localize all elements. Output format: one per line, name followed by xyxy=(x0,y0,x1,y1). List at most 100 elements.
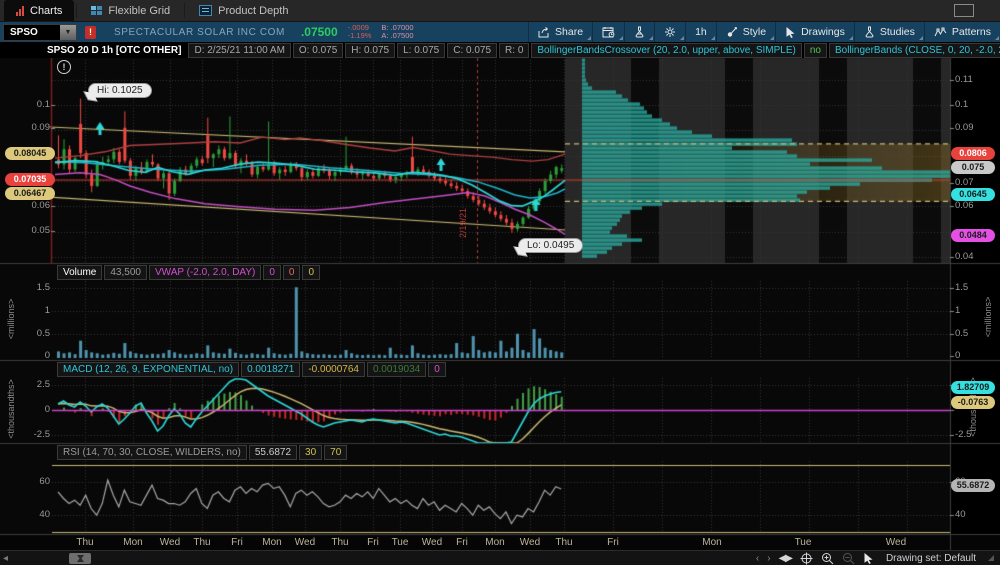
alert-info-icon[interactable]: ! xyxy=(57,60,71,74)
style-button[interactable]: Style xyxy=(716,22,775,42)
rsi-oversold-value: 30 xyxy=(299,445,322,460)
tab-separator xyxy=(184,3,185,18)
alert-glyph: ! xyxy=(89,27,92,37)
low-callout: Lo: 0.0495 xyxy=(518,238,583,253)
tab-flexible-grid[interactable]: Flexible Grid xyxy=(79,0,182,21)
symbol-bar: SPSO ▼ ! SPECTACULAR SOLAR INC COM .0750… xyxy=(0,22,1000,42)
timeframe-button[interactable]: 1h xyxy=(685,22,716,42)
price-bubble: 0.08045 xyxy=(5,147,55,160)
x-axis-day-label: Mon xyxy=(255,537,289,548)
x-axis-day-label: Wed xyxy=(288,537,322,548)
x-axis-day-label: Tue xyxy=(786,537,820,548)
x-axis-day-label: Thu xyxy=(547,537,581,548)
price-axis-tick: 0.06 xyxy=(955,200,974,211)
volume-axis-tick: 0 xyxy=(18,350,50,361)
style-icon xyxy=(726,26,738,38)
price-axis-tick: 0.05 xyxy=(18,225,50,236)
macd-axis-tick: 0 xyxy=(18,404,50,415)
event-date-label: 2/19/21 xyxy=(458,208,468,238)
crosshair-icon[interactable] xyxy=(800,552,813,565)
rsi-pane-header: RSI (14, 70, 30, CLOSE, WILDERS, no) 55.… xyxy=(55,445,347,460)
pan-icon[interactable]: ◀▶ xyxy=(779,553,792,564)
alert-badge[interactable]: ! xyxy=(85,26,96,39)
zoom-out-icon[interactable] xyxy=(842,552,855,565)
macd-bubble: 1.82709 xyxy=(951,381,995,394)
symbol-input[interactable]: SPSO ▼ xyxy=(3,24,77,41)
open-value: O: 0.075 xyxy=(293,43,343,58)
volume-study-label[interactable]: Volume xyxy=(57,265,102,280)
tab-bar: Charts Flexible Grid Product Depth xyxy=(0,0,1000,22)
volume-axis-tick: 0.5 xyxy=(18,328,50,339)
x-axis-day-label: Thu xyxy=(323,537,357,548)
macd-value: 0.0018271 xyxy=(241,362,300,377)
x-axis-day-label: Mon xyxy=(478,537,512,548)
drawings-button[interactable]: Drawings xyxy=(775,22,854,42)
tab-charts[interactable]: Charts xyxy=(4,0,74,21)
quick-study-button[interactable] xyxy=(624,22,654,42)
tab-charts-label: Charts xyxy=(30,5,62,17)
x-axis-day-label: Thu xyxy=(68,537,102,548)
tab-flexible-grid-label: Flexible Grid xyxy=(108,5,170,17)
patterns-button[interactable]: Patterns xyxy=(924,22,1000,42)
share-button[interactable]: Share xyxy=(528,22,592,42)
tab-product-depth[interactable]: Product Depth xyxy=(187,0,300,21)
flask-icon xyxy=(634,26,645,38)
flask-icon xyxy=(864,26,875,38)
volume-unit-label-right: <millions> xyxy=(983,282,993,352)
chevron-down-icon[interactable]: ▼ xyxy=(60,25,76,40)
scroll-left-icon[interactable]: ◂ xyxy=(0,553,11,564)
x-axis-day-label: Wed xyxy=(153,537,187,548)
price-axis-tick: 0.09 xyxy=(18,122,50,133)
price-axis-tick: 0.04 xyxy=(955,251,974,262)
x-axis-day-label: Fri xyxy=(445,537,479,548)
cursor-icon xyxy=(785,26,796,38)
settings-button[interactable] xyxy=(654,22,685,42)
studies-button[interactable]: Studies xyxy=(854,22,924,42)
macd-avg-value: -0.0000764 xyxy=(302,362,365,377)
patterns-icon xyxy=(934,27,947,38)
x-axis-day-label: Tue xyxy=(383,537,417,548)
volume-unit-label-left: <millions> xyxy=(6,284,16,354)
price-axis-tick: 0.09 xyxy=(955,122,974,133)
x-axis-day-label: Fri xyxy=(596,537,630,548)
study-bollinger-bands[interactable]: BollingerBands (CLOSE, 0, 20, -2.0, 2.0,… xyxy=(829,43,1000,58)
rsi-axis-tick: 40 xyxy=(955,509,966,520)
drawing-set-menu[interactable]: Drawing set: Default xyxy=(886,553,976,564)
x-axis-day-label: Fri xyxy=(220,537,254,548)
high-value: H: 0.075 xyxy=(345,43,395,58)
ask-value: A: .07500 xyxy=(381,32,413,40)
study-bollinger-crossover[interactable]: BollingerBandsCrossover (20, 2.0, upper,… xyxy=(531,43,801,58)
high-callout: Hi: 0.1025 xyxy=(88,83,152,98)
status-bar: ◂ ‹ › ◀▶ Drawing set: Default xyxy=(0,550,1000,565)
app-window: Charts Flexible Grid Product Depth SPSO … xyxy=(0,0,1000,565)
rsi-value: 55.6872 xyxy=(249,445,297,460)
macd-pane-header: MACD (12, 26, 9, EXPONENTIAL, no) 0.0018… xyxy=(55,362,446,377)
macd-axis-tick: 2.5 xyxy=(18,379,50,390)
price-bubble: 0.06467 xyxy=(5,187,55,200)
rsi-bubble: 55.6872 xyxy=(951,479,995,492)
zoom-in-icon[interactable] xyxy=(821,552,834,565)
price-bubble: 0.07035 xyxy=(5,173,55,186)
page-right-icon[interactable]: › xyxy=(767,553,770,564)
calendar-events-button[interactable] xyxy=(592,22,624,42)
x-axis-day-label: Wed xyxy=(513,537,547,548)
resize-corner[interactable] xyxy=(988,555,994,561)
page-left-icon[interactable]: ‹ xyxy=(756,553,759,564)
time-axis-button[interactable] xyxy=(69,553,91,564)
rsi-axis-tick: 60 xyxy=(18,476,50,487)
share-label: Share xyxy=(555,26,583,38)
macd-axis-tick: -2.5 xyxy=(955,429,971,440)
vwap-study-label[interactable]: VWAP (-2.0, 2.0, DAY) xyxy=(149,265,261,280)
tab-separator xyxy=(76,3,77,18)
macd-study-label[interactable]: MACD (12, 26, 9, EXPONENTIAL, no) xyxy=(57,362,239,377)
studies-label: Studies xyxy=(880,26,915,38)
maximize-icon[interactable] xyxy=(954,4,974,17)
macd-unit-label-left: <thousandths> xyxy=(6,374,16,444)
x-axis-day-label: Thu xyxy=(185,537,219,548)
macd-diff-value: 0.0019034 xyxy=(367,362,426,377)
depth-icon xyxy=(199,5,212,16)
price-axis-tick: 0.1 xyxy=(955,99,968,110)
pointer-icon[interactable] xyxy=(863,552,874,564)
rsi-study-label[interactable]: RSI (14, 70, 30, CLOSE, WILDERS, no) xyxy=(57,445,247,460)
bid-ask-stack: B: .07000 A: .07500 xyxy=(381,24,413,40)
